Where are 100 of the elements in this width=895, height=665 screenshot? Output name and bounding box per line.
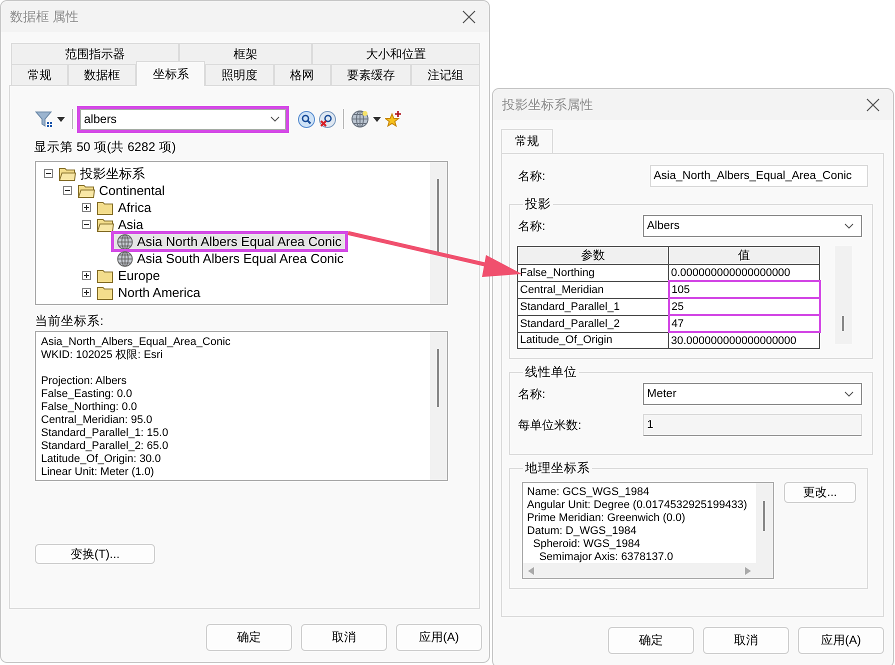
close-icon[interactable] [462, 10, 476, 24]
globe-icon[interactable] [351, 110, 369, 128]
field-label: 名称: [517, 168, 546, 184]
tab[interactable]: 框架 [179, 43, 312, 64]
tree-item[interactable]: Asia South Albers Equal Area Conic [114, 251, 347, 266]
chevron-icon[interactable] [844, 223, 854, 229]
table-cell: Latitude_Of_Origin [518, 332, 668, 348]
table-cell[interactable]: 0.000000000000000000 [668, 264, 820, 281]
tree-item[interactable]: Asia North Albers Equal Area Conic [114, 234, 344, 249]
caret-icon[interactable] [57, 116, 65, 122]
tab[interactable]: 要素缓存 [330, 64, 412, 85]
table-cell: Standard_Parallel_2 [518, 315, 668, 332]
tree-item[interactable]: North America [118, 285, 200, 300]
text-line: Asia_North_Albers_Equal_Area_Conic [41, 336, 232, 349]
expander-icon[interactable] [82, 203, 91, 212]
section-label: 当前坐标系: [35, 313, 104, 330]
text-line: WKID: 102025 权限: Esri [41, 349, 164, 362]
star-icon[interactable] [385, 110, 402, 128]
text-line: Central_Meridian: 95.0 [41, 414, 154, 427]
table-cell[interactable]: 30.000000000000000000 [668, 332, 820, 348]
change-button[interactable]: 更改... [784, 482, 856, 503]
close-icon[interactable] [866, 98, 880, 112]
dialog-button[interactable]: 应用(A) [396, 624, 482, 651]
window-title: 数据框 属性 [10, 8, 79, 26]
dialog-button[interactable]: 确定 [206, 624, 292, 651]
text-line: Spheroid: WGS_1984 [532, 538, 642, 551]
text-line: False_Northing: 0.0 [41, 401, 138, 414]
text-line: Linear Unit: Meter (1.0) [41, 466, 156, 479]
globe-icon [117, 234, 133, 250]
tab[interactable]: 常规 [11, 64, 68, 85]
text-line: Name: GCS_WGS_1984 [527, 486, 650, 499]
chevron-icon[interactable] [270, 116, 280, 122]
filter-icon[interactable] [35, 110, 53, 128]
text-line: Latitude_Of_Origin: 30.0 [41, 453, 162, 466]
expander-icon[interactable] [44, 169, 53, 178]
expander-icon[interactable] [82, 271, 91, 280]
folder-icon [59, 166, 76, 180]
tab[interactable]: 坐标系 [136, 61, 206, 86]
table-cell: Central_Meridian [518, 281, 668, 298]
scrollbar[interactable] [756, 483, 773, 563]
text-line: Prime Meridian: Greenwich (0.0) [527, 512, 686, 525]
text-line: False_Easting: 0.0 [41, 388, 134, 401]
tree-item[interactable]: Europe [118, 268, 160, 283]
globe-icon [117, 250, 133, 266]
column-header[interactable]: 参数 [518, 246, 668, 264]
text-line: Semimajor Axis: 6378137.0 [538, 551, 674, 563]
projection-dropdown[interactable]: Albers [643, 215, 862, 237]
scrollbar[interactable] [834, 246, 852, 344]
dialog-button[interactable]: 取消 [301, 624, 387, 651]
folder-icon [97, 268, 114, 282]
table-cell[interactable]: 25 [668, 298, 820, 315]
meters-field[interactable]: 1 [643, 414, 862, 436]
caret-icon[interactable] [373, 116, 381, 122]
folder-icon [78, 184, 95, 198]
text-line: Projection: Albers [41, 375, 128, 388]
expander-icon[interactable] [82, 220, 91, 229]
field-label: 名称: [517, 386, 546, 402]
field-label: 名称: [517, 218, 546, 234]
column-header[interactable]: 值 [668, 246, 820, 264]
tab[interactable]: 注记组 [411, 64, 480, 85]
text-line: Standard_Parallel_2: 65.0 [41, 440, 170, 453]
tab[interactable]: 范围指示器 [11, 43, 180, 64]
window-title: 投影坐标系属性 [502, 96, 593, 114]
tab[interactable]: 常规 [501, 129, 553, 153]
scrollbar[interactable] [430, 162, 447, 304]
clear-search-icon[interactable] [319, 110, 336, 128]
tab[interactable]: 照明度 [205, 64, 274, 85]
dialog-button[interactable]: 应用(A) [798, 627, 884, 654]
tab[interactable]: 数据框 [68, 64, 136, 85]
transform-button[interactable]: 变换(T)... [35, 544, 155, 564]
tree-item[interactable]: Asia [118, 217, 144, 232]
text-line: Standard_Parallel_1: 15.0 [41, 427, 170, 440]
table-cell: False_Northing [518, 264, 668, 281]
table-cell[interactable]: 47 [668, 315, 820, 332]
expander-icon[interactable] [63, 186, 72, 195]
folder-icon [97, 218, 114, 232]
tree-item[interactable]: 投影坐标系 [80, 164, 145, 182]
folder-icon [97, 200, 114, 214]
unit-dropdown[interactable]: Meter [643, 383, 862, 405]
dialog-button[interactable]: 取消 [703, 627, 789, 654]
name-field[interactable]: Asia_North_Albers_Equal_Area_Conic [650, 165, 868, 187]
dialog-button[interactable]: 确定 [608, 627, 694, 654]
table-cell: Standard_Parallel_1 [518, 298, 668, 315]
folder-icon [97, 286, 114, 300]
text-line: Angular Unit: Degree (0.0174532925199433) [527, 499, 748, 512]
tree-item[interactable]: Africa [118, 200, 152, 215]
scrollbar[interactable] [430, 332, 447, 480]
tree-item[interactable]: Continental [99, 183, 165, 198]
group-label: 线性单位 [524, 364, 578, 381]
expander-icon[interactable] [82, 288, 91, 297]
result-count: 显示第 50 项(共 6282 项) [34, 139, 177, 156]
group-label: 地理坐标系 [524, 460, 591, 477]
text-line: Datum: D_WGS_1984 [527, 525, 638, 538]
table-cell[interactable]: 105 [668, 281, 820, 298]
group-label: 投影 [524, 196, 552, 213]
chevron-icon[interactable] [844, 391, 854, 397]
field-label: 每单位米数: [517, 416, 582, 434]
tab[interactable]: 格网 [274, 64, 331, 85]
tab[interactable]: 大小和位置 [312, 43, 480, 64]
search-icon[interactable] [298, 110, 315, 128]
